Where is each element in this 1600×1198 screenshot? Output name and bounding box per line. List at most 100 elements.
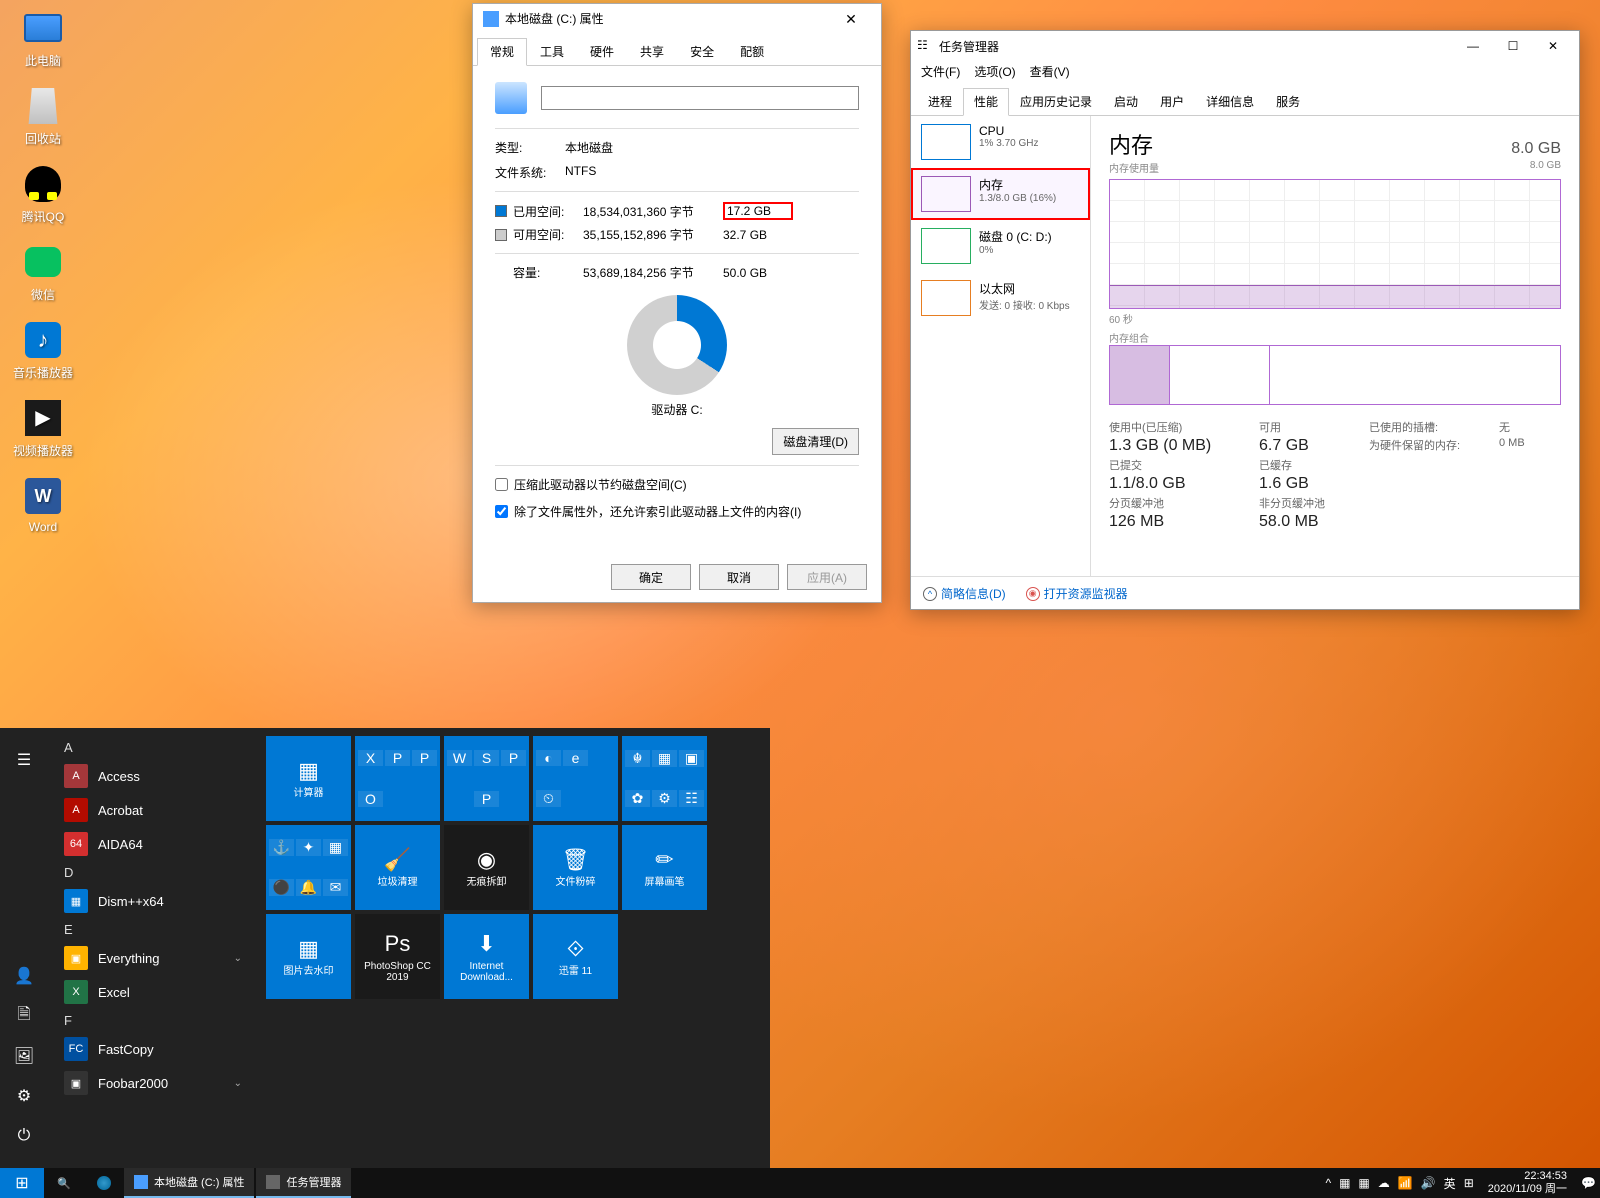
tile-计算器[interactable]: ▦计算器: [266, 736, 351, 821]
tm-titlebar[interactable]: ☷ 任务管理器 — ☐ ✕: [911, 31, 1579, 61]
desktop-icon-微信[interactable]: 微信: [8, 242, 78, 303]
menu-选项(O)[interactable]: 选项(O): [974, 63, 1015, 80]
free-color-icon: [495, 229, 507, 241]
tab-性能[interactable]: 性能: [963, 88, 1009, 116]
tray-icon[interactable]: 📶: [1398, 1176, 1413, 1190]
brief-info-link[interactable]: ^简略信息(D): [923, 585, 1006, 602]
tile-group[interactable]: ☬▦▣✿⚙☷: [622, 736, 707, 821]
desktop-icon-腾讯QQ[interactable]: 腾讯QQ: [8, 164, 78, 225]
edge-button[interactable]: [84, 1168, 124, 1198]
tab-硬件[interactable]: 硬件: [577, 38, 627, 65]
search-button[interactable]: 🔍: [44, 1168, 84, 1198]
menu-查看(V)[interactable]: 查看(V): [1030, 63, 1070, 80]
tab-工具[interactable]: 工具: [527, 38, 577, 65]
tile-group[interactable]: XPPO: [355, 736, 440, 821]
letter-F[interactable]: F: [48, 1009, 258, 1032]
ime-lang[interactable]: 英: [1444, 1175, 1456, 1192]
task-本地磁盘 (C:) 属性[interactable]: 本地磁盘 (C:) 属性: [124, 1168, 254, 1198]
cache-label: 已缓存: [1259, 457, 1369, 473]
letter-A[interactable]: A: [48, 736, 258, 759]
clock[interactable]: 22:34:532020/11/09 周一: [1482, 1170, 1573, 1196]
settings-icon[interactable]: ⚙: [0, 1076, 48, 1116]
used-gb-highlighted: 17.2 GB: [723, 202, 793, 220]
app-FastCopy[interactable]: FCFastCopy: [48, 1032, 258, 1066]
volume-label-input[interactable]: [541, 86, 859, 110]
start-menu: ☰ 👤 🗎 🖼 ⚙ ⏻ AAAccessAAcrobat64AIDA64D▦Di…: [0, 728, 770, 1168]
tab-安全[interactable]: 安全: [677, 38, 727, 65]
tile-垃圾清理[interactable]: 🧹垃圾清理: [355, 825, 440, 910]
letter-D[interactable]: D: [48, 861, 258, 884]
tab-共享[interactable]: 共享: [627, 38, 677, 65]
app-AIDA64[interactable]: 64AIDA64: [48, 827, 258, 861]
tm-memory-graph: [1109, 179, 1561, 309]
index-checkbox[interactable]: [495, 505, 508, 518]
tile-无痕拆卸[interactable]: ◉无痕拆卸: [444, 825, 529, 910]
tab-详细信息[interactable]: 详细信息: [1195, 88, 1265, 115]
tray-icon[interactable]: ☁: [1378, 1176, 1390, 1190]
app-Excel[interactable]: XExcel: [48, 975, 258, 1009]
disk-cleanup-button[interactable]: 磁盘清理(D): [772, 428, 859, 455]
menu-文件(F)[interactable]: 文件(F): [921, 63, 960, 80]
tile-屏幕画笔[interactable]: ✏屏幕画笔: [622, 825, 707, 910]
disk-properties-dialog: 本地磁盘 (C:) 属性 ✕ 常规工具硬件共享安全配额 类型:本地磁盘 文件系统…: [472, 3, 882, 603]
app-Everything[interactable]: ▣Everything⌄: [48, 941, 258, 975]
task-任务管理器[interactable]: 任务管理器: [256, 1168, 351, 1198]
tab-用户[interactable]: 用户: [1149, 88, 1195, 115]
tile-PhotoShop CC 2019[interactable]: PsPhotoShop CC 2019: [355, 914, 440, 999]
tile-文件粉碎[interactable]: 🗑文件粉碎: [533, 825, 618, 910]
app-Foobar2000[interactable]: ▣Foobar2000⌄: [48, 1066, 258, 1100]
tray-icon[interactable]: ▦: [1358, 1176, 1369, 1190]
tab-应用历史记录[interactable]: 应用历史记录: [1009, 88, 1103, 115]
maximize-icon[interactable]: ☐: [1493, 35, 1533, 57]
user-icon[interactable]: 👤: [0, 956, 48, 996]
tile-图片去水印[interactable]: ▦图片去水印: [266, 914, 351, 999]
start-app-list[interactable]: AAAccessAAcrobat64AIDA64D▦Dism++x64E▣Eve…: [48, 728, 258, 1168]
minimize-icon[interactable]: —: [1453, 35, 1493, 57]
tile-group[interactable]: ⚓✦▦⚫🔔✉: [266, 825, 351, 910]
desktop-icon-Word[interactable]: WWord: [8, 476, 78, 534]
tab-启动[interactable]: 启动: [1103, 88, 1149, 115]
tile-group[interactable]: ◐e⏲: [533, 736, 618, 821]
tile-Internet Download...[interactable]: ⬇Internet Download...: [444, 914, 529, 999]
documents-icon[interactable]: 🗎: [0, 996, 48, 1036]
desktop-icon-此电脑[interactable]: 此电脑: [8, 8, 78, 69]
sidebar-item-CPU[interactable]: CPU1% 3.70 GHz: [911, 116, 1090, 168]
tab-配额[interactable]: 配额: [727, 38, 777, 65]
tile-group[interactable]: WSPP: [444, 736, 529, 821]
desktop-icon-回收站[interactable]: 回收站: [8, 86, 78, 147]
tray-icon[interactable]: 🔊: [1421, 1176, 1436, 1190]
tm-composition-graph: [1109, 345, 1561, 405]
start-button[interactable]: ⊞: [0, 1168, 44, 1198]
open-resmon-link[interactable]: ◉打开资源监视器: [1026, 585, 1128, 602]
cancel-button[interactable]: 取消: [699, 564, 779, 590]
ime-mode[interactable]: ⊞: [1464, 1176, 1474, 1190]
notification-icon[interactable]: 💬: [1581, 1176, 1596, 1190]
sidebar-item-磁盘 0 (C: D:)[interactable]: 磁盘 0 (C: D:)0%: [911, 220, 1090, 272]
sidebar-item-内存[interactable]: 内存1.3/8.0 GB (16%): [911, 168, 1090, 220]
app-Dism++x64[interactable]: ▦Dism++x64: [48, 884, 258, 918]
sidebar-item-以太网[interactable]: 以太网发送: 0 接收: 0 Kbps: [911, 272, 1090, 324]
tray-icon[interactable]: ▦: [1339, 1176, 1350, 1190]
capacity-label: 容量:: [513, 264, 583, 281]
apply-button[interactable]: 应用(A): [787, 564, 867, 590]
tile-迅雷 11[interactable]: ⟐迅雷 11: [533, 914, 618, 999]
letter-E[interactable]: E: [48, 918, 258, 941]
desktop-icon-视频播放器[interactable]: ▶视频播放器: [8, 398, 78, 459]
tab-常规[interactable]: 常规: [477, 38, 527, 66]
close-icon[interactable]: ✕: [831, 4, 871, 34]
dialog-titlebar[interactable]: 本地磁盘 (C:) 属性 ✕: [473, 4, 881, 34]
hamburger-icon[interactable]: ☰: [0, 740, 48, 780]
app-Access[interactable]: AAccess: [48, 759, 258, 793]
ok-button[interactable]: 确定: [611, 564, 691, 590]
close-icon[interactable]: ✕: [1533, 35, 1573, 57]
desktop-icon-音乐播放器[interactable]: ♪音乐播放器: [8, 320, 78, 381]
app-Acrobat[interactable]: AAcrobat: [48, 793, 258, 827]
tab-进程[interactable]: 进程: [917, 88, 963, 115]
tab-服务[interactable]: 服务: [1265, 88, 1311, 115]
pictures-icon[interactable]: 🖼: [0, 1036, 48, 1076]
compress-checkbox-row[interactable]: 压缩此驱动器以节约磁盘空间(C): [495, 476, 859, 493]
power-icon[interactable]: ⏻: [0, 1116, 48, 1156]
compress-checkbox[interactable]: [495, 478, 508, 491]
tray-icon[interactable]: ^: [1325, 1176, 1331, 1190]
index-checkbox-row[interactable]: 除了文件属性外，还允许索引此驱动器上文件的内容(I): [495, 503, 859, 520]
